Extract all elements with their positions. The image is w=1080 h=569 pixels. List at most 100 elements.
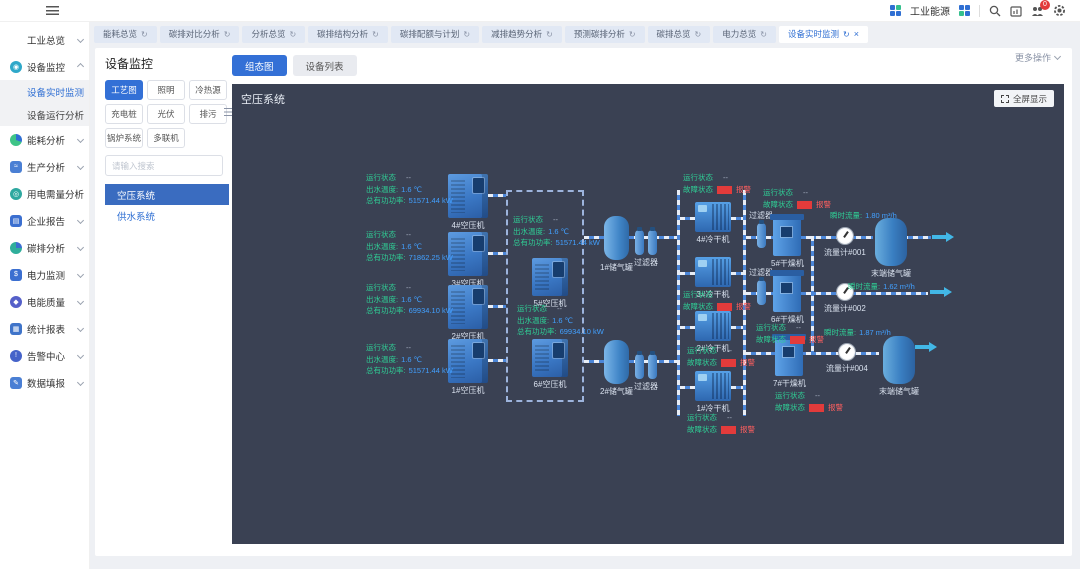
system-list: 空压系统 供水系统	[105, 184, 229, 226]
refresh-icon[interactable]: ↻	[695, 30, 702, 39]
pipe	[731, 386, 743, 389]
cold-dryer-1-status: 运行状态-- 故障状态报警	[687, 412, 755, 435]
refresh-icon[interactable]: ↻	[463, 30, 470, 39]
cold-dryer-graphic	[695, 257, 731, 287]
refresh-icon[interactable]: ↻	[289, 30, 296, 39]
shield-icon: ◆	[10, 296, 22, 308]
search-icon[interactable]	[989, 5, 1001, 17]
tab-analysis-overview[interactable]: 分析总览↻	[242, 26, 305, 43]
filter-multi-split[interactable]: 多联机	[147, 128, 185, 148]
filter-graphic	[635, 354, 644, 379]
compressor-2-status: 运行状态-- 出水温度:1.6 ℃ 总有功功率:69934.10 kW	[366, 282, 453, 317]
filter-graphic	[648, 354, 657, 379]
refresh-icon[interactable]: ↻	[372, 30, 379, 39]
filter-pv[interactable]: 光伏	[147, 104, 185, 124]
compressor-6-status: 运行状态-- 出水温度:1.6 ℃ 总有功功率:69934.10 kW	[517, 303, 604, 338]
sidebar-subitem-device-analysis[interactable]: 设备运行分析	[0, 103, 89, 126]
filter-process-diagram[interactable]: 工艺图	[105, 80, 143, 100]
flow-value-004: 瞬时流量:1.87 m³/h	[824, 327, 891, 338]
tab-device-list[interactable]: 设备列表	[293, 55, 357, 76]
refresh-icon[interactable]: ↻	[760, 30, 767, 39]
gauge-icon	[838, 343, 856, 361]
chevron-down-icon	[1054, 53, 1061, 60]
tab-scada-view[interactable]: 组态图	[232, 55, 287, 76]
table-icon: ▦	[10, 323, 22, 335]
dryer-graphic	[773, 214, 801, 256]
compressor-1: 1#空压机	[448, 339, 488, 396]
sidebar-item-device-monitoring[interactable]: ◉ 设备监控	[0, 53, 89, 80]
sidebar-item-alarm-center[interactable]: ! 告警中心	[0, 342, 89, 369]
sidebar-subitem-device-realtime[interactable]: 设备实时监测	[0, 80, 89, 103]
refresh-icon[interactable]: ↻	[843, 30, 850, 39]
tab-reduction-trend[interactable]: 减排趋势分析↻	[482, 26, 562, 43]
tab-carbon-quota[interactable]: 碳排配额与计划↻	[391, 26, 479, 43]
canvas-title: 空压系统	[241, 91, 285, 107]
tab-energy-overview[interactable]: 能耗总览↻	[94, 26, 157, 43]
pipe	[731, 272, 743, 275]
filter-lighting[interactable]: 照明	[147, 80, 185, 100]
alarm-indicator	[790, 336, 805, 344]
alarm-indicator	[721, 359, 736, 367]
sidebar-item-statistics-report[interactable]: ▦ 统计报表	[0, 315, 89, 342]
filter-charging-pile[interactable]: 充电桩	[105, 104, 143, 124]
close-icon[interactable]: ×	[854, 29, 859, 39]
cold-dryer-graphic	[695, 371, 731, 401]
workspace-name[interactable]: 工业能源	[910, 3, 950, 18]
cold-dryer-1: 1#冷干机	[695, 371, 731, 414]
system-item-air-compression[interactable]: 空压系统	[105, 184, 229, 205]
notifications-icon[interactable]: 0	[1031, 5, 1044, 17]
more-actions-button[interactable]: 更多操作	[1015, 51, 1060, 64]
app-switcher-icon[interactable]	[959, 5, 970, 16]
sidebar-collapse-icon[interactable]	[46, 6, 59, 15]
filter-boiler-system[interactable]: 锅炉系统	[105, 128, 143, 148]
sidebar-item-enterprise-report[interactable]: ▤ 企业报告	[0, 207, 89, 234]
chevron-down-icon	[77, 163, 84, 170]
sidebar-item-industry-overview[interactable]: 工业总览	[0, 26, 89, 53]
pipe	[680, 386, 695, 389]
search-input[interactable]	[105, 155, 223, 176]
pipe	[731, 326, 743, 329]
sidebar-item-production-analysis[interactable]: ≈ 生产分析	[0, 153, 89, 180]
workspace-logo-icon[interactable]	[890, 5, 901, 16]
tab-device-realtime-active[interactable]: 设备实时监测↻×	[779, 26, 868, 43]
sidebar-item-power-quality[interactable]: ◆ 电能质量	[0, 288, 89, 315]
refresh-icon[interactable]: ↻	[141, 30, 148, 39]
report-chart-icon[interactable]	[1010, 5, 1022, 17]
gauge-icon	[836, 227, 854, 245]
tab-carbon-structure[interactable]: 碳排结构分析↻	[308, 26, 388, 43]
tab-carbon-compare[interactable]: 碳排对比分析↻	[160, 26, 240, 43]
refresh-icon[interactable]: ↻	[224, 30, 231, 39]
sidebar-item-power-demand[interactable]: ◎ 用电需量分析	[0, 180, 89, 207]
sidebar-item-carbon-analysis[interactable]: 碳排分析	[0, 234, 89, 261]
filter-graphic	[635, 230, 644, 255]
grid-icon	[10, 34, 22, 46]
tab-carbon-forecast[interactable]: 预测碳排分析↻	[565, 26, 645, 43]
filter-4: 过滤器	[749, 267, 773, 305]
settings-gear-icon[interactable]	[1053, 4, 1066, 17]
sidebar-item-power-monitoring[interactable]: $ 电力监测	[0, 261, 89, 288]
chevron-down-icon	[77, 298, 84, 305]
compressor-graphic	[448, 174, 488, 218]
refresh-icon[interactable]: ↻	[546, 30, 553, 39]
pipe	[680, 326, 695, 329]
sidebar-item-energy-analysis[interactable]: 能耗分析	[0, 126, 89, 153]
filter-sewage[interactable]: 排污	[189, 104, 227, 124]
system-item-water-supply[interactable]: 供水系统	[105, 205, 229, 226]
dryer-6-status: 运行状态-- 故障状态报警	[756, 322, 824, 345]
sidebar-item-data-filling[interactable]: ✎ 数据填报	[0, 369, 89, 396]
refresh-icon[interactable]: ↻	[629, 30, 636, 39]
chevron-down-icon	[77, 136, 84, 143]
tab-power-overview[interactable]: 电力总览↻	[713, 26, 776, 43]
fullscreen-button[interactable]: 全屏显示	[994, 90, 1054, 107]
tab-carbon-overview[interactable]: 碳排总览↻	[648, 26, 711, 43]
air-tank-2: 2#储气罐	[600, 340, 633, 397]
compressor-5: 5#空压机	[532, 258, 568, 309]
dryer-graphic	[773, 270, 801, 312]
filter-hvac-source[interactable]: 冷热源	[189, 80, 227, 100]
chevron-down-icon	[77, 217, 84, 224]
document-icon: ▤	[10, 215, 22, 227]
pipe	[488, 252, 506, 255]
compressor-graphic	[448, 285, 488, 329]
alarm-indicator	[809, 404, 824, 412]
view-mode-tabs: 组态图 设备列表	[232, 55, 357, 76]
